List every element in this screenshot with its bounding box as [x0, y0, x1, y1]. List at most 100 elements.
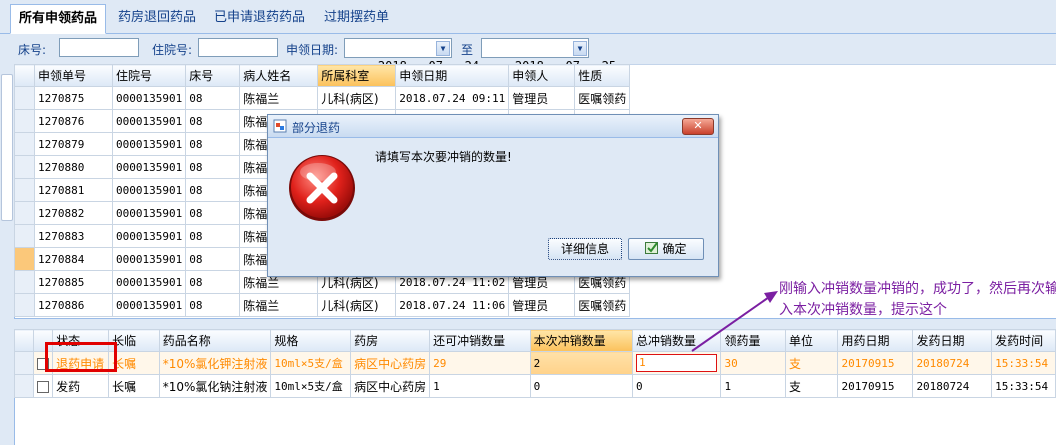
- close-button[interactable]: ✕: [682, 118, 714, 135]
- table-cell[interactable]: 0000135901: [111, 201, 187, 225]
- table-cell[interactable]: 1270886: [34, 293, 113, 317]
- table-cell[interactable]: *10%氯化钠注射液: [158, 374, 272, 398]
- table-cell[interactable]: 08: [185, 201, 241, 225]
- current-writeoff-cell[interactable]: 2: [529, 351, 633, 375]
- table-cell[interactable]: 15:33:54: [991, 374, 1056, 398]
- table-cell[interactable]: 08: [185, 109, 241, 133]
- column-header[interactable]: 还可冲销数量: [429, 329, 531, 352]
- table-cell[interactable]: 0000135901: [111, 178, 187, 202]
- column-header[interactable]: 发药日期: [912, 329, 993, 352]
- column-header[interactable]: 性质: [574, 64, 631, 87]
- table-cell[interactable]: 15:33:54: [991, 351, 1056, 375]
- column-header[interactable]: 所属科室: [317, 64, 397, 87]
- bed-input[interactable]: [59, 38, 139, 57]
- table-cell[interactable]: 1270876: [34, 109, 113, 133]
- table-cell[interactable]: 0000135901: [111, 109, 187, 133]
- current-writeoff-cell[interactable]: 0: [529, 374, 633, 398]
- table-cell[interactable]: 1: [429, 374, 531, 398]
- column-header[interactable]: 申领日期: [395, 64, 510, 87]
- table-cell[interactable]: 08: [185, 224, 241, 248]
- table-cell[interactable]: 0000135901: [111, 86, 187, 110]
- column-header[interactable]: 用药日期: [837, 329, 914, 352]
- table-cell[interactable]: 2018.07.24 11:06: [395, 293, 510, 317]
- table-cell[interactable]: 08: [185, 132, 241, 156]
- table-cell[interactable]: *10%氯化钾注射液: [158, 351, 272, 375]
- column-header[interactable]: 床号: [185, 64, 241, 87]
- row-indicator[interactable]: [14, 109, 35, 133]
- table-cell[interactable]: 08: [185, 293, 241, 317]
- table-cell[interactable]: 10ml×5支/盒: [270, 351, 352, 375]
- table-cell[interactable]: 1270881: [34, 178, 113, 202]
- table-row[interactable]: 发药 长嘱 *10%氯化钠注射液 10ml×5支/盒 病区中心药房 1 0 0 …: [13, 374, 1056, 398]
- column-header[interactable]: 规格: [270, 329, 352, 352]
- row-indicator[interactable]: [14, 86, 35, 110]
- table-cell[interactable]: 1270882: [34, 201, 113, 225]
- row-indicator[interactable]: [14, 178, 35, 202]
- table-row[interactable]: 1270875 0000135901 08 陈福兰 儿科(病区) 2018.07.24 0…: [14, 86, 631, 110]
- date-from-picker[interactable]: 2018 - 07 - 24 ▼: [344, 38, 479, 73]
- column-header[interactable]: 本次冲销数量: [529, 329, 633, 352]
- tab-expired-dispense-list[interactable]: 过期摆药单: [316, 4, 397, 32]
- table-cell[interactable]: 10ml×5支/盒: [270, 374, 352, 398]
- column-header[interactable]: 发药时间: [991, 329, 1056, 352]
- table-cell[interactable]: 管理员: [508, 86, 576, 110]
- table-cell[interactable]: 1270880: [34, 155, 113, 179]
- table-cell[interactable]: 08: [185, 247, 241, 271]
- table-cell[interactable]: 20180724: [912, 351, 993, 375]
- column-header[interactable]: 申领单号: [34, 64, 113, 87]
- table-cell[interactable]: 支: [784, 374, 839, 398]
- table-cell[interactable]: 0000135901: [111, 293, 187, 317]
- checkbox-icon[interactable]: [37, 380, 50, 393]
- table-cell[interactable]: 1270875: [34, 86, 113, 110]
- table-cell[interactable]: 医嘱领药: [574, 86, 631, 110]
- table-row[interactable]: 退药申请 长嘱 *10%氯化钾注射液 10ml×5支/盒 病区中心药房 29 2…: [13, 351, 1056, 375]
- table-cell[interactable]: 1270883: [34, 224, 113, 248]
- table-cell[interactable]: 医嘱领药: [574, 293, 631, 317]
- table-cell[interactable]: 0000135901: [111, 132, 187, 156]
- tab-applied-return-drugs[interactable]: 已申请退药药品: [206, 4, 313, 32]
- row-indicator[interactable]: [14, 132, 35, 156]
- table-cell[interactable]: 病区中心药房: [350, 351, 431, 375]
- row-indicator[interactable]: [14, 155, 35, 179]
- inpatient-input[interactable]: [198, 38, 278, 57]
- table-cell[interactable]: 1270885: [34, 270, 113, 294]
- table-cell[interactable]: 2018.07.24 09:11: [395, 86, 510, 110]
- row-indicator[interactable]: [13, 351, 35, 375]
- column-header[interactable]: 住院号: [111, 64, 187, 87]
- row-indicator[interactable]: [14, 201, 35, 225]
- table-cell[interactable]: 08: [185, 86, 241, 110]
- table-cell[interactable]: 儿科(病区): [317, 86, 397, 110]
- ok-button[interactable]: 确定: [628, 238, 704, 260]
- column-header[interactable]: 单位: [784, 329, 839, 352]
- table-cell[interactable]: 08: [185, 178, 241, 202]
- column-header[interactable]: 药房: [350, 329, 431, 352]
- table-cell[interactable]: 陈福兰: [239, 293, 319, 317]
- table-row[interactable]: 1270886 0000135901 08 陈福兰 儿科(病区) 2018.07.24 1…: [14, 293, 631, 317]
- table-cell[interactable]: 0000135901: [111, 247, 187, 271]
- table-cell[interactable]: 29: [429, 351, 531, 375]
- table-cell[interactable]: 管理员: [508, 293, 576, 317]
- status-cell[interactable]: 发药: [52, 374, 110, 398]
- table-cell[interactable]: 20180724: [912, 374, 993, 398]
- row-checkbox[interactable]: [33, 374, 54, 398]
- tab-pharmacy-returned-drugs[interactable]: 药房退回药品: [110, 4, 204, 32]
- details-button[interactable]: 详细信息: [548, 238, 622, 260]
- table-cell[interactable]: 1270879: [34, 132, 113, 156]
- row-indicator[interactable]: [13, 374, 35, 398]
- dialog-titlebar[interactable]: 部分退药 ✕: [268, 115, 718, 138]
- column-header[interactable]: 药品名称: [158, 329, 272, 352]
- table-cell[interactable]: 08: [185, 270, 241, 294]
- total-writeoff-cell[interactable]: 0: [631, 374, 722, 398]
- table-cell[interactable]: 1270884: [34, 247, 113, 271]
- column-header[interactable]: 病人姓名: [239, 64, 319, 87]
- row-indicator[interactable]: [14, 293, 35, 317]
- table-cell[interactable]: 0000135901: [111, 155, 187, 179]
- table-cell[interactable]: 病区中心药房: [350, 374, 431, 398]
- chevron-down-icon[interactable]: ▼: [573, 41, 587, 56]
- table-cell[interactable]: 20170915: [837, 351, 914, 375]
- chevron-down-icon[interactable]: ▼: [436, 41, 450, 56]
- date-to-picker[interactable]: 2018 - 07 - 25 ▼: [481, 38, 616, 73]
- row-indicator[interactable]: [14, 270, 35, 294]
- table-cell[interactable]: 1: [720, 374, 786, 398]
- table-cell[interactable]: 0000135901: [111, 224, 187, 248]
